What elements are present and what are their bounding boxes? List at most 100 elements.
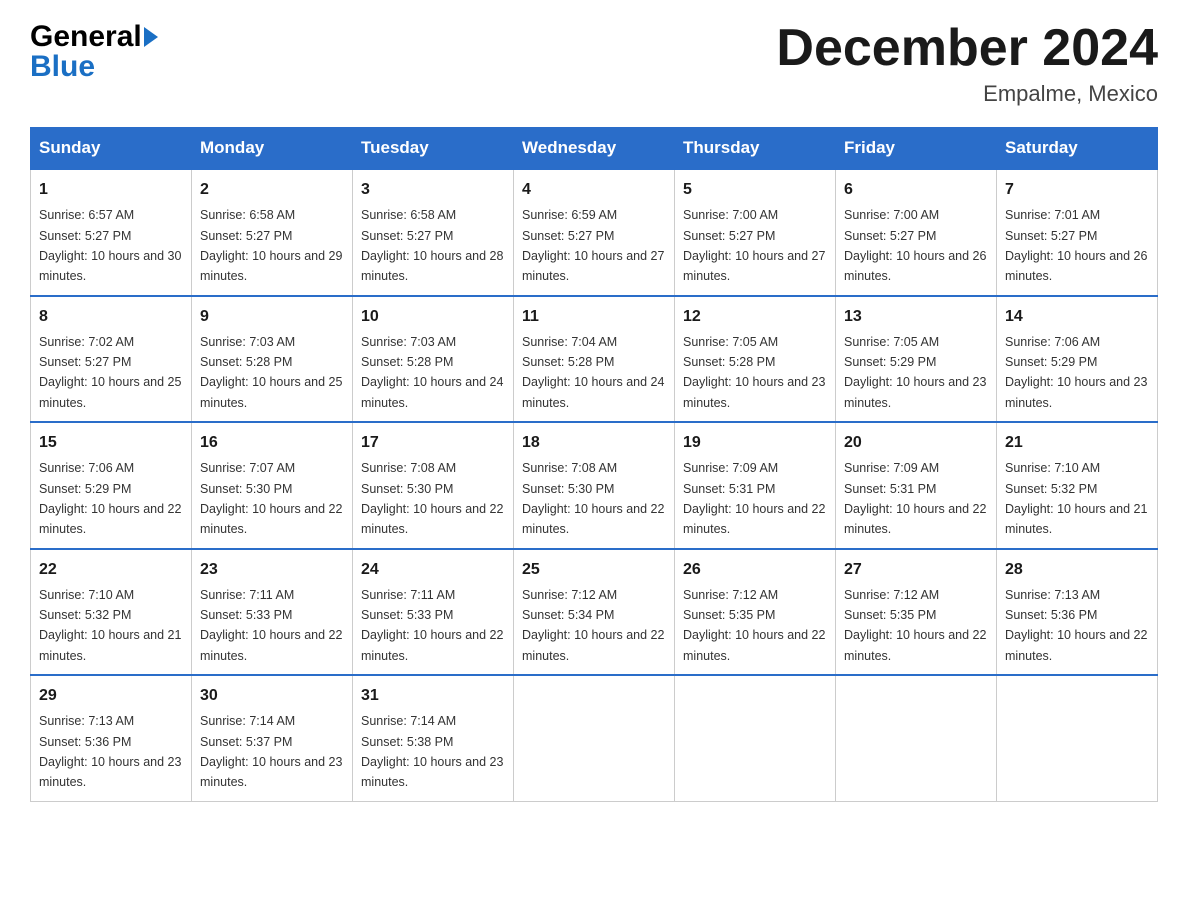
calendar-cell: 13 Sunrise: 7:05 AMSunset: 5:29 PMDaylig… — [836, 296, 997, 423]
day-number: 29 — [39, 684, 183, 708]
calendar-cell: 15 Sunrise: 7:06 AMSunset: 5:29 PMDaylig… — [31, 422, 192, 549]
header-sunday: Sunday — [31, 128, 192, 170]
day-info: Sunrise: 7:12 AMSunset: 5:35 PMDaylight:… — [844, 588, 986, 663]
day-info: Sunrise: 7:14 AMSunset: 5:38 PMDaylight:… — [361, 714, 503, 789]
calendar-cell: 25 Sunrise: 7:12 AMSunset: 5:34 PMDaylig… — [514, 549, 675, 676]
calendar-cell: 4 Sunrise: 6:59 AMSunset: 5:27 PMDayligh… — [514, 169, 675, 296]
day-number: 22 — [39, 558, 183, 582]
calendar-cell — [675, 675, 836, 801]
header-friday: Friday — [836, 128, 997, 170]
day-info: Sunrise: 7:03 AMSunset: 5:28 PMDaylight:… — [361, 335, 503, 410]
logo-line1: General — [30, 20, 158, 54]
calendar-cell: 17 Sunrise: 7:08 AMSunset: 5:30 PMDaylig… — [353, 422, 514, 549]
week-row-2: 8 Sunrise: 7:02 AMSunset: 5:27 PMDayligh… — [31, 296, 1158, 423]
calendar-cell: 8 Sunrise: 7:02 AMSunset: 5:27 PMDayligh… — [31, 296, 192, 423]
calendar-cell: 21 Sunrise: 7:10 AMSunset: 5:32 PMDaylig… — [997, 422, 1158, 549]
day-number: 23 — [200, 558, 344, 582]
day-number: 10 — [361, 305, 505, 329]
calendar-cell: 1 Sunrise: 6:57 AMSunset: 5:27 PMDayligh… — [31, 169, 192, 296]
day-number: 19 — [683, 431, 827, 455]
calendar-cell: 28 Sunrise: 7:13 AMSunset: 5:36 PMDaylig… — [997, 549, 1158, 676]
day-info: Sunrise: 7:11 AMSunset: 5:33 PMDaylight:… — [361, 588, 503, 663]
day-info: Sunrise: 7:05 AMSunset: 5:29 PMDaylight:… — [844, 335, 986, 410]
logo: General Blue — [30, 20, 158, 84]
week-row-1: 1 Sunrise: 6:57 AMSunset: 5:27 PMDayligh… — [31, 169, 1158, 296]
day-number: 18 — [522, 431, 666, 455]
day-info: Sunrise: 7:11 AMSunset: 5:33 PMDaylight:… — [200, 588, 342, 663]
day-info: Sunrise: 7:01 AMSunset: 5:27 PMDaylight:… — [1005, 208, 1147, 283]
day-info: Sunrise: 7:02 AMSunset: 5:27 PMDaylight:… — [39, 335, 181, 410]
calendar-body: 1 Sunrise: 6:57 AMSunset: 5:27 PMDayligh… — [31, 169, 1158, 801]
day-number: 13 — [844, 305, 988, 329]
day-info: Sunrise: 6:57 AMSunset: 5:27 PMDaylight:… — [39, 208, 181, 283]
calendar-cell: 3 Sunrise: 6:58 AMSunset: 5:27 PMDayligh… — [353, 169, 514, 296]
day-info: Sunrise: 6:58 AMSunset: 5:27 PMDaylight:… — [361, 208, 503, 283]
calendar-cell: 10 Sunrise: 7:03 AMSunset: 5:28 PMDaylig… — [353, 296, 514, 423]
header-wednesday: Wednesday — [514, 128, 675, 170]
logo-arrow-icon — [144, 27, 158, 47]
day-number: 9 — [200, 305, 344, 329]
calendar-cell: 27 Sunrise: 7:12 AMSunset: 5:35 PMDaylig… — [836, 549, 997, 676]
day-number: 11 — [522, 305, 666, 329]
month-title: December 2024 — [776, 20, 1158, 77]
day-info: Sunrise: 7:12 AMSunset: 5:34 PMDaylight:… — [522, 588, 664, 663]
day-info: Sunrise: 6:58 AMSunset: 5:27 PMDaylight:… — [200, 208, 342, 283]
day-number: 28 — [1005, 558, 1149, 582]
calendar-cell: 22 Sunrise: 7:10 AMSunset: 5:32 PMDaylig… — [31, 549, 192, 676]
day-number: 2 — [200, 178, 344, 202]
header-thursday: Thursday — [675, 128, 836, 170]
calendar-cell: 14 Sunrise: 7:06 AMSunset: 5:29 PMDaylig… — [997, 296, 1158, 423]
day-info: Sunrise: 7:12 AMSunset: 5:35 PMDaylight:… — [683, 588, 825, 663]
header-row: SundayMondayTuesdayWednesdayThursdayFrid… — [31, 128, 1158, 170]
day-number: 1 — [39, 178, 183, 202]
calendar-cell: 5 Sunrise: 7:00 AMSunset: 5:27 PMDayligh… — [675, 169, 836, 296]
calendar-table: SundayMondayTuesdayWednesdayThursdayFrid… — [30, 127, 1158, 802]
calendar-cell: 24 Sunrise: 7:11 AMSunset: 5:33 PMDaylig… — [353, 549, 514, 676]
day-number: 4 — [522, 178, 666, 202]
day-number: 12 — [683, 305, 827, 329]
header-saturday: Saturday — [997, 128, 1158, 170]
day-number: 6 — [844, 178, 988, 202]
day-number: 7 — [1005, 178, 1149, 202]
day-number: 14 — [1005, 305, 1149, 329]
calendar-cell: 30 Sunrise: 7:14 AMSunset: 5:37 PMDaylig… — [192, 675, 353, 801]
day-number: 24 — [361, 558, 505, 582]
day-number: 20 — [844, 431, 988, 455]
day-info: Sunrise: 7:04 AMSunset: 5:28 PMDaylight:… — [522, 335, 664, 410]
logo-general-text: General — [30, 20, 142, 54]
day-info: Sunrise: 7:13 AMSunset: 5:36 PMDaylight:… — [39, 714, 181, 789]
day-info: Sunrise: 7:06 AMSunset: 5:29 PMDaylight:… — [1005, 335, 1147, 410]
day-info: Sunrise: 7:07 AMSunset: 5:30 PMDaylight:… — [200, 461, 342, 536]
location-text: Empalme, Mexico — [776, 81, 1158, 107]
header-tuesday: Tuesday — [353, 128, 514, 170]
calendar-cell — [514, 675, 675, 801]
day-number: 15 — [39, 431, 183, 455]
calendar-cell: 26 Sunrise: 7:12 AMSunset: 5:35 PMDaylig… — [675, 549, 836, 676]
day-info: Sunrise: 7:13 AMSunset: 5:36 PMDaylight:… — [1005, 588, 1147, 663]
day-info: Sunrise: 7:10 AMSunset: 5:32 PMDaylight:… — [39, 588, 181, 663]
day-number: 21 — [1005, 431, 1149, 455]
week-row-3: 15 Sunrise: 7:06 AMSunset: 5:29 PMDaylig… — [31, 422, 1158, 549]
day-info: Sunrise: 6:59 AMSunset: 5:27 PMDaylight:… — [522, 208, 664, 283]
header-monday: Monday — [192, 128, 353, 170]
day-info: Sunrise: 7:14 AMSunset: 5:37 PMDaylight:… — [200, 714, 342, 789]
calendar-cell: 29 Sunrise: 7:13 AMSunset: 5:36 PMDaylig… — [31, 675, 192, 801]
calendar-cell: 18 Sunrise: 7:08 AMSunset: 5:30 PMDaylig… — [514, 422, 675, 549]
day-info: Sunrise: 7:10 AMSunset: 5:32 PMDaylight:… — [1005, 461, 1147, 536]
calendar-cell: 7 Sunrise: 7:01 AMSunset: 5:27 PMDayligh… — [997, 169, 1158, 296]
calendar-cell — [836, 675, 997, 801]
day-number: 16 — [200, 431, 344, 455]
title-section: December 2024 Empalme, Mexico — [776, 20, 1158, 107]
calendar-cell: 19 Sunrise: 7:09 AMSunset: 5:31 PMDaylig… — [675, 422, 836, 549]
day-number: 3 — [361, 178, 505, 202]
calendar-cell: 11 Sunrise: 7:04 AMSunset: 5:28 PMDaylig… — [514, 296, 675, 423]
calendar-cell: 16 Sunrise: 7:07 AMSunset: 5:30 PMDaylig… — [192, 422, 353, 549]
day-number: 31 — [361, 684, 505, 708]
calendar-cell: 20 Sunrise: 7:09 AMSunset: 5:31 PMDaylig… — [836, 422, 997, 549]
calendar-header: SundayMondayTuesdayWednesdayThursdayFrid… — [31, 128, 1158, 170]
day-number: 17 — [361, 431, 505, 455]
calendar-cell: 12 Sunrise: 7:05 AMSunset: 5:28 PMDaylig… — [675, 296, 836, 423]
calendar-cell: 2 Sunrise: 6:58 AMSunset: 5:27 PMDayligh… — [192, 169, 353, 296]
day-info: Sunrise: 7:08 AMSunset: 5:30 PMDaylight:… — [522, 461, 664, 536]
day-number: 27 — [844, 558, 988, 582]
